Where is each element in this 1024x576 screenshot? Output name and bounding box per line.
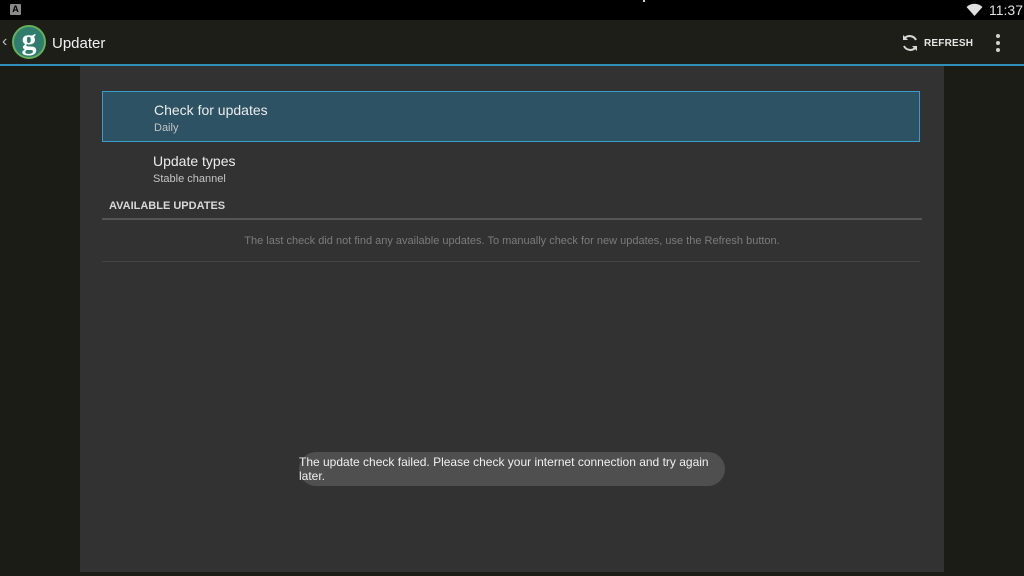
wifi-icon: [966, 3, 983, 16]
list-divider: [102, 261, 920, 262]
notification-icon: A: [10, 4, 21, 15]
pref-update-types[interactable]: Update types Stable channel: [102, 144, 920, 192]
refresh-button[interactable]: REFRESH: [900, 30, 973, 56]
overflow-dot: [996, 34, 1000, 38]
app-icon-letter: g: [21, 23, 37, 56]
overflow-dot: [996, 41, 1000, 45]
pref-summary: Stable channel: [153, 173, 226, 185]
available-updates-header: AVAILABLE UPDATES: [109, 200, 226, 212]
status-bar: A 11:37: [0, 0, 1024, 20]
app-title: Updater: [52, 35, 106, 52]
category-divider: [102, 218, 922, 220]
refresh-icon: [903, 35, 917, 51]
pref-title: Check for updates: [154, 102, 268, 118]
up-chevron-icon[interactable]: ‹: [2, 33, 7, 51]
status-dot: [643, 0, 645, 2]
app-icon[interactable]: g: [12, 23, 46, 59]
pref-title: Update types: [153, 153, 236, 169]
preferences-panel: Check for updates Daily Update types Sta…: [80, 66, 944, 572]
status-time: 11:37: [989, 2, 1023, 18]
action-bar: [0, 20, 1024, 64]
overflow-menu-icon[interactable]: [990, 32, 1006, 54]
refresh-label: REFRESH: [924, 37, 974, 49]
pref-summary: Daily: [154, 122, 179, 134]
empty-updates-message: The last check did not find any availabl…: [244, 235, 780, 247]
pref-check-for-updates[interactable]: Check for updates Daily: [102, 91, 920, 142]
overflow-dot: [996, 48, 1000, 52]
error-toast: The update check failed. Please check yo…: [299, 452, 725, 486]
